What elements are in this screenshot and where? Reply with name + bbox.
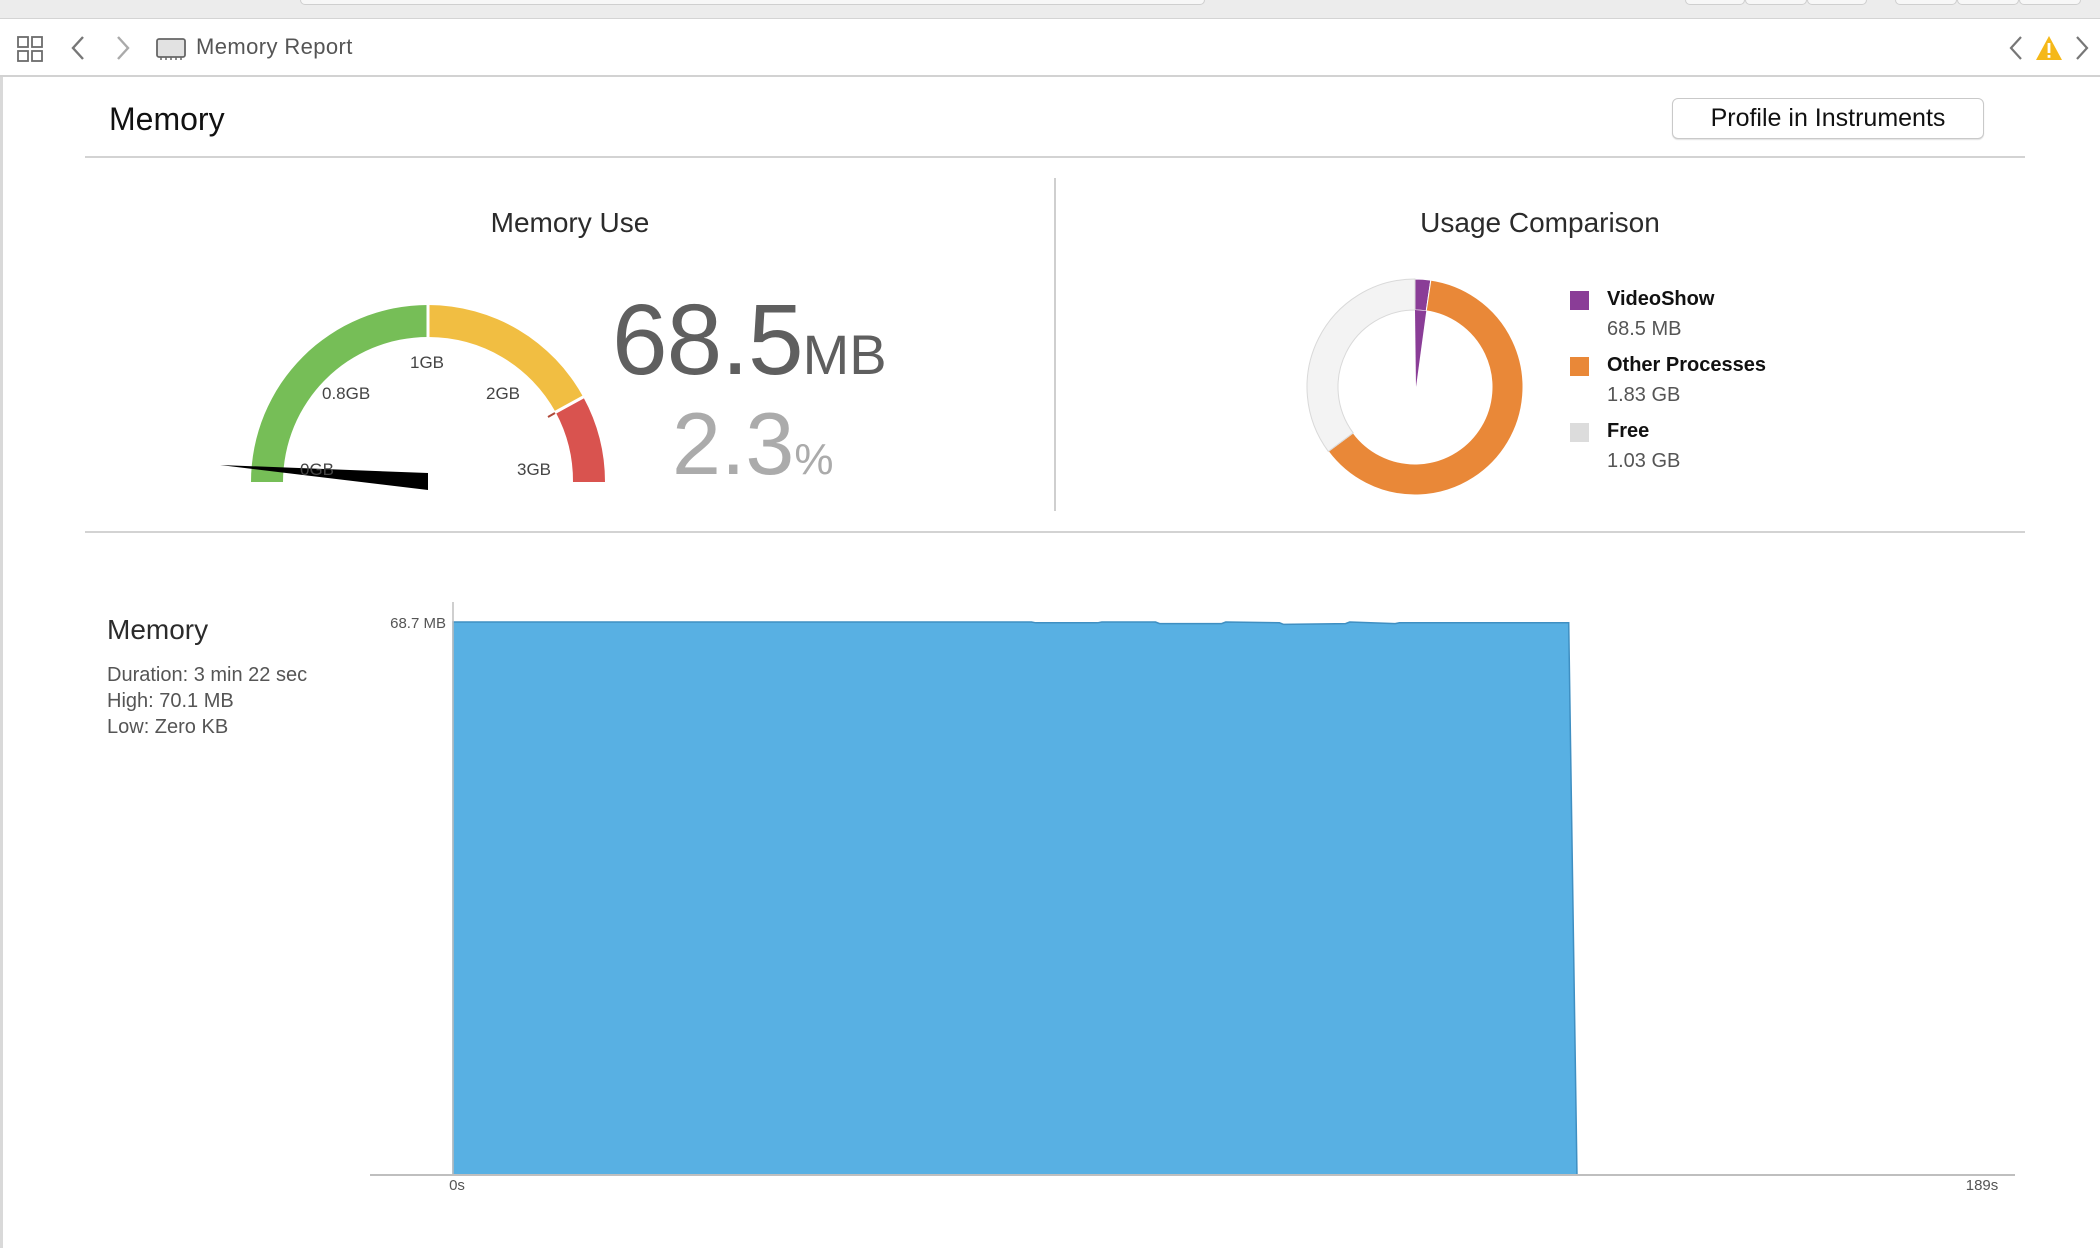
memory-chip-icon bbox=[154, 34, 188, 62]
legend-value: 1.83 GB bbox=[1607, 384, 1681, 406]
activity-viewer-field bbox=[300, 0, 1205, 5]
toolbar-segment[interactable] bbox=[1957, 0, 2019, 5]
forward-chevron-icon[interactable] bbox=[111, 33, 135, 63]
legend-value: 1.03 GB bbox=[1607, 450, 1681, 472]
x-tick-label-end: 189s bbox=[1966, 1177, 1999, 1194]
editor-left-border bbox=[0, 77, 3, 1248]
memory-percent-unit: % bbox=[794, 435, 834, 484]
toolbar-segment[interactable] bbox=[1745, 0, 1807, 5]
donut-slice-free bbox=[1306, 278, 1416, 453]
memory-percent: 2.3% bbox=[672, 400, 833, 488]
next-issue-chevron-icon[interactable] bbox=[2070, 33, 2094, 63]
legend-swatch-videoshow bbox=[1570, 291, 1589, 310]
warning-icon[interactable] bbox=[2034, 33, 2064, 63]
gauge-label-2gb: 2GB bbox=[486, 384, 521, 403]
memory-value: 68.5MB bbox=[612, 290, 887, 390]
x-tick-label-start: 0s bbox=[449, 1177, 465, 1194]
gauge-label-0.8gb: 0.8GB bbox=[322, 384, 371, 403]
section-divider bbox=[85, 531, 2025, 533]
previous-issue-chevron-icon[interactable] bbox=[2004, 33, 2028, 63]
toolbar-segment[interactable] bbox=[1895, 0, 1957, 5]
usage-comparison-title: Usage Comparison bbox=[1420, 207, 1660, 238]
memory-value-unit: MB bbox=[802, 323, 887, 386]
toolbar-segment[interactable] bbox=[2019, 0, 2081, 5]
timeline-stats: Duration: 3 min 22 sec High: 70.1 MB Low… bbox=[107, 662, 307, 740]
timeline-high: High: 70.1 MB bbox=[107, 690, 234, 712]
gauge-red-segment bbox=[555, 397, 605, 482]
legend-name: Other Processes bbox=[1607, 354, 1766, 376]
related-items-grid-icon[interactable] bbox=[14, 34, 46, 64]
header-divider bbox=[85, 156, 2025, 158]
donut-slice-videoshow-pointer bbox=[1415, 310, 1427, 387]
legend-swatch-free bbox=[1570, 423, 1589, 442]
back-chevron-icon[interactable] bbox=[66, 33, 90, 63]
gauge-label-1gb: 1GB bbox=[410, 353, 445, 372]
timeline-title: Memory bbox=[107, 614, 209, 645]
toolbar-segment[interactable] bbox=[1807, 0, 1867, 5]
page-title: Memory bbox=[109, 101, 225, 137]
memory-timeline-chart: 68.7 MB 0s 189s bbox=[370, 602, 2015, 1194]
gauge-tick bbox=[547, 412, 556, 418]
usage-comparison-donut bbox=[1306, 278, 1524, 496]
window-toolbar-strip bbox=[0, 0, 2100, 19]
legend-name: VideoShow bbox=[1607, 288, 1715, 310]
memory-use-title: Memory Use bbox=[490, 207, 650, 238]
legend-value: 68.5 MB bbox=[1607, 318, 1682, 340]
memory-value-number: 68.5 bbox=[612, 284, 804, 396]
toolbar-segment[interactable] bbox=[1685, 0, 1745, 5]
jump-bar: Memory Report bbox=[0, 19, 2100, 77]
memory-percent-number: 2.3 bbox=[672, 394, 795, 493]
gauge-label-3gb: 3GB bbox=[517, 460, 552, 479]
jump-bar-title[interactable]: Memory Report bbox=[196, 34, 353, 60]
timeline-low: Low: Zero KB bbox=[107, 716, 229, 738]
memory-gauge bbox=[220, 303, 605, 490]
legend-swatch-other-processes bbox=[1570, 357, 1589, 376]
timeline-duration: Duration: 3 min 22 sec bbox=[107, 664, 308, 686]
section-vertical-divider bbox=[1054, 178, 1056, 511]
y-tick-label: 68.7 MB bbox=[390, 615, 446, 632]
profile-in-instruments-button[interactable]: Profile in Instruments bbox=[1672, 98, 1984, 139]
gauge-label-0gb: 0GB bbox=[300, 460, 335, 479]
memory-area-series bbox=[452, 621, 2015, 1176]
legend-name: Free bbox=[1607, 420, 1650, 442]
